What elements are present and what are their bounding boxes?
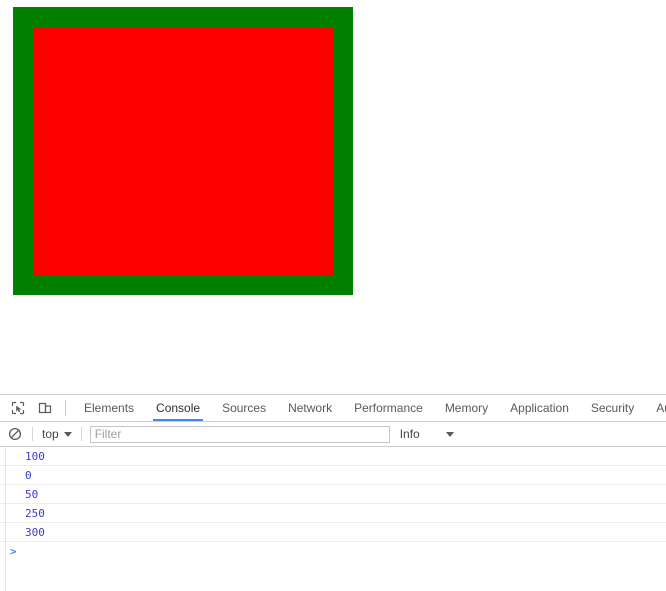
device-toolbar-glyph (38, 402, 51, 414)
filterbar-divider-2 (80, 427, 82, 441)
inspect-element-icon[interactable] (4, 395, 31, 421)
tab-performance[interactable]: Performance (343, 395, 434, 421)
tab-application[interactable]: Application (499, 395, 580, 421)
console-prompt-row[interactable]: > (0, 542, 666, 561)
chevron-down-icon (63, 431, 72, 437)
toolbar-divider (65, 400, 66, 416)
log-level-label: Info (399, 427, 420, 441)
devtools-panel: Elements Console Sources Network Perform… (0, 394, 666, 591)
chevron-down-icon (445, 431, 454, 437)
tab-network-label: Network (288, 401, 333, 415)
console-message-text: 50 (25, 487, 39, 501)
console-message-text: 0 (25, 468, 32, 482)
tab-performance-label: Performance (354, 401, 423, 415)
clear-console-glyph (8, 427, 22, 441)
green-container (13, 7, 353, 295)
device-toolbar-icon[interactable] (31, 395, 58, 421)
execution-context-select[interactable]: top (39, 427, 75, 441)
tab-sources[interactable]: Sources (211, 395, 277, 421)
filter-input[interactable] (89, 425, 390, 443)
tab-console[interactable]: Console (145, 395, 211, 421)
console-message-text: 250 (25, 506, 45, 520)
page-viewport (0, 0, 666, 394)
tab-audits[interactable]: Audits (645, 395, 666, 421)
clear-console-icon[interactable] (4, 423, 26, 445)
console-filter-bar: top Info (0, 422, 666, 447)
devtools-tab-list: Elements Console Sources Network Perform… (73, 395, 666, 421)
tab-sources-label: Sources (222, 401, 267, 415)
tab-elements-label: Elements (84, 401, 135, 415)
console-prompt-chevron: > (10, 545, 17, 558)
red-box (33, 27, 333, 275)
tab-audits-label: Audits (656, 401, 666, 415)
console-message-text: 300 (25, 525, 45, 539)
tab-memory[interactable]: Memory (434, 395, 499, 421)
tab-console-label: Console (156, 401, 201, 415)
console-message[interactable]: 250 (0, 504, 666, 523)
execution-context-label: top (42, 427, 59, 441)
tab-memory-label: Memory (444, 401, 489, 415)
console-message-list[interactable]: 100 0 50 250 300 > (0, 447, 666, 591)
inspect-element-glyph (11, 401, 24, 415)
tab-security-label: Security (590, 401, 635, 415)
console-gutter-line (5, 447, 6, 591)
console-message[interactable]: 100 (0, 447, 666, 466)
console-message[interactable]: 300 (0, 523, 666, 542)
filterbar-divider-1 (32, 427, 33, 441)
console-message[interactable]: 50 (0, 485, 666, 504)
console-message[interactable]: 0 (0, 466, 666, 485)
tab-security[interactable]: Security (580, 395, 645, 421)
console-message-text: 100 (25, 449, 45, 463)
tab-elements[interactable]: Elements (73, 395, 145, 421)
log-level-select[interactable]: Info (400, 427, 454, 441)
tab-network[interactable]: Network (277, 395, 343, 421)
tab-application-label: Application (510, 401, 569, 415)
devtools-tabbar: Elements Console Sources Network Perform… (0, 395, 666, 422)
